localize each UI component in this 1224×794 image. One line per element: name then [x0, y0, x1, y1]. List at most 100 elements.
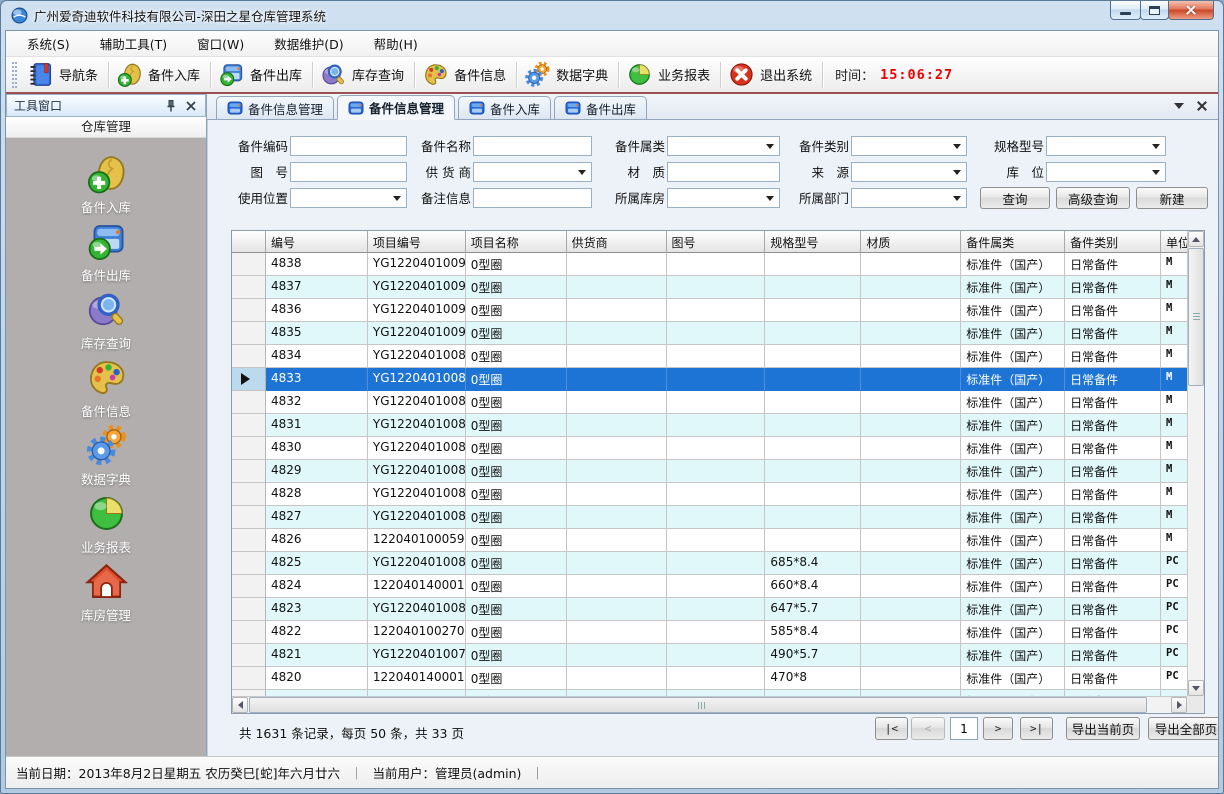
table-row[interactable]: 4823YG122040100800型圈647*5.7标准件（国产）日常备件PC: [232, 598, 1188, 621]
close-button[interactable]: [1168, 1, 1214, 20]
query-button[interactable]: 查询: [980, 187, 1050, 209]
supplier-select[interactable]: [473, 162, 592, 182]
menu-item-4[interactable]: 帮助(H): [363, 30, 429, 57]
row-selector-cell[interactable]: [232, 552, 266, 575]
warehouse-select[interactable]: [667, 188, 780, 208]
grid-header-5[interactable]: 规格型号: [765, 231, 861, 253]
table-row[interactable]: 482012204014000130型圈470*8标准件（国产）日常备件PC: [232, 667, 1188, 690]
menu-item-1[interactable]: 辅助工具(T): [89, 30, 178, 57]
prev-page-button[interactable]: <: [911, 717, 945, 740]
toolbar-part-out-button[interactable]: 备件出库: [213, 59, 310, 90]
title-bar[interactable]: 广州爱奇迪软件科技有限公司-深田之星仓库管理系统: [1, 1, 1223, 30]
row-selector-cell[interactable]: [232, 368, 266, 391]
table-row[interactable]: 482412204014000120型圈660*8.4标准件（国产）日常备件PC: [232, 575, 1188, 598]
table-row[interactable]: 4838YG122040100930型圈标准件（国产）日常备件M: [232, 253, 1188, 276]
sidebar-group-header[interactable]: 仓库管理: [6, 117, 206, 138]
sidebar-item-biz-report[interactable]: 业务报表: [46, 492, 166, 554]
toolbar-stock-query-button[interactable]: 库存查询: [315, 59, 412, 90]
table-row[interactable]: 482212204010027000型圈585*8.4标准件（国产）日常备件PC: [232, 621, 1188, 644]
row-selector-cell[interactable]: [232, 529, 266, 552]
menu-item-3[interactable]: 数据维护(D): [263, 30, 354, 57]
panel-close-icon[interactable]: [184, 99, 198, 113]
grid-header-0[interactable]: 编号: [266, 231, 368, 253]
vertical-scrollbar[interactable]: [1187, 231, 1204, 696]
source-select[interactable]: [851, 162, 967, 182]
grid-header-7[interactable]: 备件属类: [961, 231, 1065, 253]
scroll-down-button[interactable]: [1188, 680, 1204, 696]
table-row[interactable]: 4827YG122040100820型圈标准件（国产）日常备件M: [232, 506, 1188, 529]
location-select[interactable]: [1046, 162, 1166, 182]
drawing-no-input[interactable]: [290, 162, 407, 182]
row-selector-cell[interactable]: [232, 621, 266, 644]
last-page-button[interactable]: >|: [1020, 717, 1053, 740]
toolbar-biz-report-button[interactable]: 业务报表: [621, 59, 718, 90]
part-category-select[interactable]: [667, 136, 780, 156]
scroll-up-button[interactable]: [1188, 231, 1204, 247]
scroll-left-button[interactable]: [232, 697, 248, 713]
sidebar-item-data-dict[interactable]: 数据字典: [46, 424, 166, 486]
tab-part-in[interactable]: 备件入库: [458, 96, 551, 119]
tab-part-info-mgmt-2[interactable]: 备件信息管理: [337, 95, 455, 120]
remark-input[interactable]: [473, 188, 592, 208]
row-selector-cell[interactable]: [232, 483, 266, 506]
toolbar-exit-button[interactable]: 退出系统: [723, 59, 820, 90]
grid-header-4[interactable]: 图号: [667, 231, 766, 253]
table-row[interactable]: 4830YG122040100850型圈标准件（国产）日常备件M: [232, 437, 1188, 460]
row-selector-cell[interactable]: [232, 644, 266, 667]
row-selector-cell[interactable]: [232, 345, 266, 368]
grid-header-2[interactable]: 项目名称: [466, 231, 567, 253]
table-row[interactable]: 4833YG122040100880型圈标准件（国产）日常备件M: [232, 368, 1188, 391]
row-selector-cell[interactable]: [232, 437, 266, 460]
export-all-pages-button[interactable]: 导出全部页: [1148, 717, 1219, 740]
sidebar-item-part-out[interactable]: 备件出库: [46, 220, 166, 282]
table-row[interactable]: 4836YG122040100910型圈标准件（国产）日常备件M: [232, 299, 1188, 322]
sidebar-item-stock-query[interactable]: 库存查询: [46, 288, 166, 350]
page-number-input[interactable]: [950, 717, 978, 740]
part-name-input[interactable]: [473, 136, 592, 156]
first-page-button[interactable]: |<: [875, 717, 908, 740]
row-selector-cell[interactable]: [232, 598, 266, 621]
horizontal-scroll-thumb[interactable]: [249, 697, 1147, 713]
row-selector-cell[interactable]: [232, 253, 266, 276]
table-row[interactable]: 4834YG122040100890型圈标准件（国产）日常备件M: [232, 345, 1188, 368]
row-selector-cell[interactable]: [232, 414, 266, 437]
tab-list-dropdown-icon[interactable]: [1174, 103, 1184, 109]
tab-part-info-mgmt-1[interactable]: 备件信息管理: [216, 96, 334, 119]
grid-header-9[interactable]: 单位: [1161, 231, 1188, 253]
row-selector-cell[interactable]: [232, 299, 266, 322]
row-selector-cell[interactable]: [232, 391, 266, 414]
spec-model-select[interactable]: [1046, 136, 1166, 156]
department-select[interactable]: [851, 188, 967, 208]
export-current-page-button[interactable]: 导出当前页: [1066, 717, 1140, 740]
row-selector-cell[interactable]: [232, 460, 266, 483]
grid-header-6[interactable]: 材质: [861, 231, 961, 253]
table-row[interactable]: 4837YG122040100920型圈标准件（国产）日常备件M: [232, 276, 1188, 299]
pin-icon[interactable]: [164, 99, 178, 113]
table-row[interactable]: 482612204010005990型圈标准件（国产）日常备件M: [232, 529, 1188, 552]
table-row[interactable]: 4831YG122040100860型圈标准件（国产）日常备件M: [232, 414, 1188, 437]
menu-item-0[interactable]: 系统(S): [16, 30, 81, 57]
sidebar-item-part-info[interactable]: 备件信息: [46, 356, 166, 418]
toolbar-part-info-button[interactable]: 备件信息: [417, 59, 514, 90]
table-row[interactable]: 4821YG122040100790型圈490*5.7标准件（国产）日常备件PC: [232, 644, 1188, 667]
usage-position-select[interactable]: [290, 188, 407, 208]
table-row[interactable]: 4828YG122040100830型圈标准件（国产）日常备件M: [232, 483, 1188, 506]
vertical-scroll-thumb[interactable]: [1188, 248, 1204, 386]
table-row[interactable]: 4835YG122040100900型圈标准件（国产）日常备件M: [232, 322, 1188, 345]
row-selector-cell[interactable]: [232, 506, 266, 529]
toolbar-grip[interactable]: [12, 62, 17, 88]
menu-item-2[interactable]: 窗口(W): [186, 30, 255, 57]
toolbar-navbar-button[interactable]: 导航条: [22, 59, 106, 90]
grid-header-3[interactable]: 供货商: [567, 231, 667, 253]
tab-close-icon[interactable]: [1196, 100, 1208, 112]
sidebar-item-warehouse[interactable]: 库房管理: [46, 560, 166, 622]
advanced-query-button[interactable]: 高级查询: [1056, 187, 1130, 209]
scroll-right-button[interactable]: [1171, 697, 1187, 713]
grid-header-8[interactable]: 备件类别: [1065, 231, 1161, 253]
row-selector-cell[interactable]: [232, 667, 266, 690]
row-selector-cell[interactable]: [232, 276, 266, 299]
table-row[interactable]: 4832YG122040100870型圈标准件（国产）日常备件M: [232, 391, 1188, 414]
new-button[interactable]: 新建: [1136, 187, 1208, 209]
tab-part-out[interactable]: 备件出库: [554, 96, 647, 119]
part-code-input[interactable]: [290, 136, 407, 156]
